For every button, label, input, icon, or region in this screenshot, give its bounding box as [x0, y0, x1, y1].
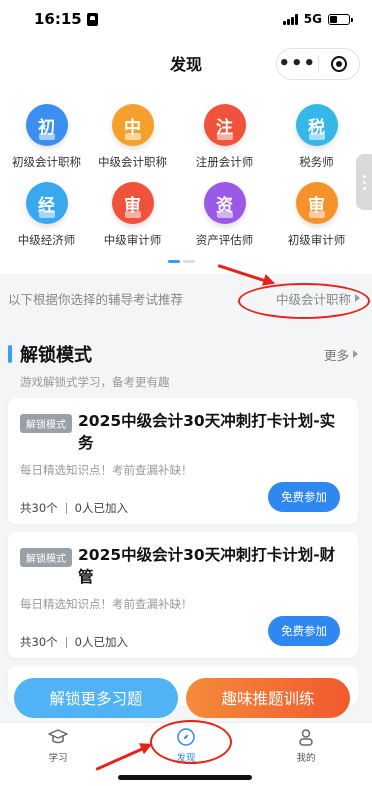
user-icon: [299, 729, 313, 746]
nav-bar: 发现 •••: [0, 38, 372, 88]
mode-badge: 解锁模式: [20, 548, 72, 567]
category-item[interactable]: 注 注册会计师: [178, 104, 271, 170]
side-drawer-handle[interactable]: [356, 154, 372, 210]
tab-mine[interactable]: 我的: [256, 727, 356, 764]
bottom-actions: 解锁更多习题 趣味推题训练: [0, 678, 372, 718]
category-item[interactable]: 经 中级经济师: [0, 182, 93, 248]
category-grid: 初 初级会计职称 中 中级会计职称 注 注册会计师 税 税务师 经 中级经济师 …: [0, 88, 372, 274]
unlock-mode-section: 解锁模式 更多 游戏解锁式学习，备考更有趣 解锁模式 2025中级会计30天冲刺…: [0, 332, 372, 722]
status-bar: 16:15 5G: [0, 0, 372, 38]
category-item[interactable]: 初 初级会计职称: [0, 104, 93, 170]
card-title: 2025中级会计30天冲刺打卡计划-财管: [78, 546, 336, 586]
category-icon: 中: [111, 104, 154, 146]
category-icon: 审: [111, 182, 154, 224]
category-icon: 税: [295, 104, 338, 146]
category-icon: 经: [25, 182, 68, 224]
card-count: 共30个: [20, 635, 58, 649]
category-icon: 注: [203, 104, 246, 146]
graduation-cap-icon: [48, 729, 68, 744]
page-title: 发现: [169, 55, 202, 74]
tab-study[interactable]: 学习: [8, 727, 108, 764]
section-subtitle: 游戏解锁式学习，备考更有趣: [20, 375, 170, 389]
annotation-circle: [150, 720, 232, 764]
category-item[interactable]: 审 中级审计师: [86, 182, 179, 248]
status-time: 16:15: [34, 10, 82, 28]
join-free-button[interactable]: 免费参加: [268, 482, 340, 512]
category-icon: 审: [295, 182, 338, 224]
more-menu-icon[interactable]: •••: [277, 49, 318, 79]
page-indicator: [168, 260, 195, 263]
card-count: 共30个: [20, 501, 58, 515]
more-link[interactable]: 更多: [324, 345, 358, 364]
card-title: 2025中级会计30天冲刺打卡计划-实务: [78, 412, 336, 452]
category-item[interactable]: 资 资产评估师: [178, 182, 271, 248]
card-desc: 每日精选知识点！考前查漏补缺！: [20, 463, 193, 477]
mode-badge: 解锁模式: [20, 414, 72, 433]
card-joined: 0人已加入: [74, 501, 128, 515]
plan-card[interactable]: 解锁模式 2025中级会计30天冲刺打卡计划-财管 每日精选知识点！考前查漏补缺…: [8, 532, 358, 658]
battery-icon: [328, 13, 353, 25]
unlock-more-button[interactable]: 解锁更多习题: [14, 678, 178, 718]
fun-practice-button[interactable]: 趣味推题训练: [186, 678, 350, 718]
id-card-icon: [86, 12, 98, 26]
home-indicator[interactable]: [118, 775, 252, 780]
caret-right-icon: [353, 350, 358, 358]
category-item[interactable]: 中 中级会计职称: [86, 104, 179, 170]
plan-card[interactable]: 解锁模式 2025中级会计30天冲刺打卡计划-实务 每日精选知识点！考前查漏补缺…: [8, 398, 358, 524]
mini-program-capsule: •••: [276, 48, 360, 80]
card-joined: 0人已加入: [74, 635, 128, 649]
signal-icon: [282, 13, 298, 25]
category-item[interactable]: 审 初级审计师: [270, 182, 363, 248]
recommend-text: 以下根据你选择的辅导考试推荐: [8, 291, 184, 307]
network-label: 5G: [303, 12, 322, 26]
category-item[interactable]: 税 税务师: [270, 104, 363, 170]
category-icon: 资: [203, 182, 246, 224]
card-desc: 每日精选知识点！考前查漏补缺！: [20, 597, 193, 611]
join-free-button[interactable]: 免费参加: [268, 616, 340, 646]
section-title: 解锁模式: [20, 345, 92, 366]
category-icon: 初: [25, 104, 68, 146]
annotation-circle: [238, 283, 370, 319]
close-mini-program-icon[interactable]: [319, 56, 360, 72]
